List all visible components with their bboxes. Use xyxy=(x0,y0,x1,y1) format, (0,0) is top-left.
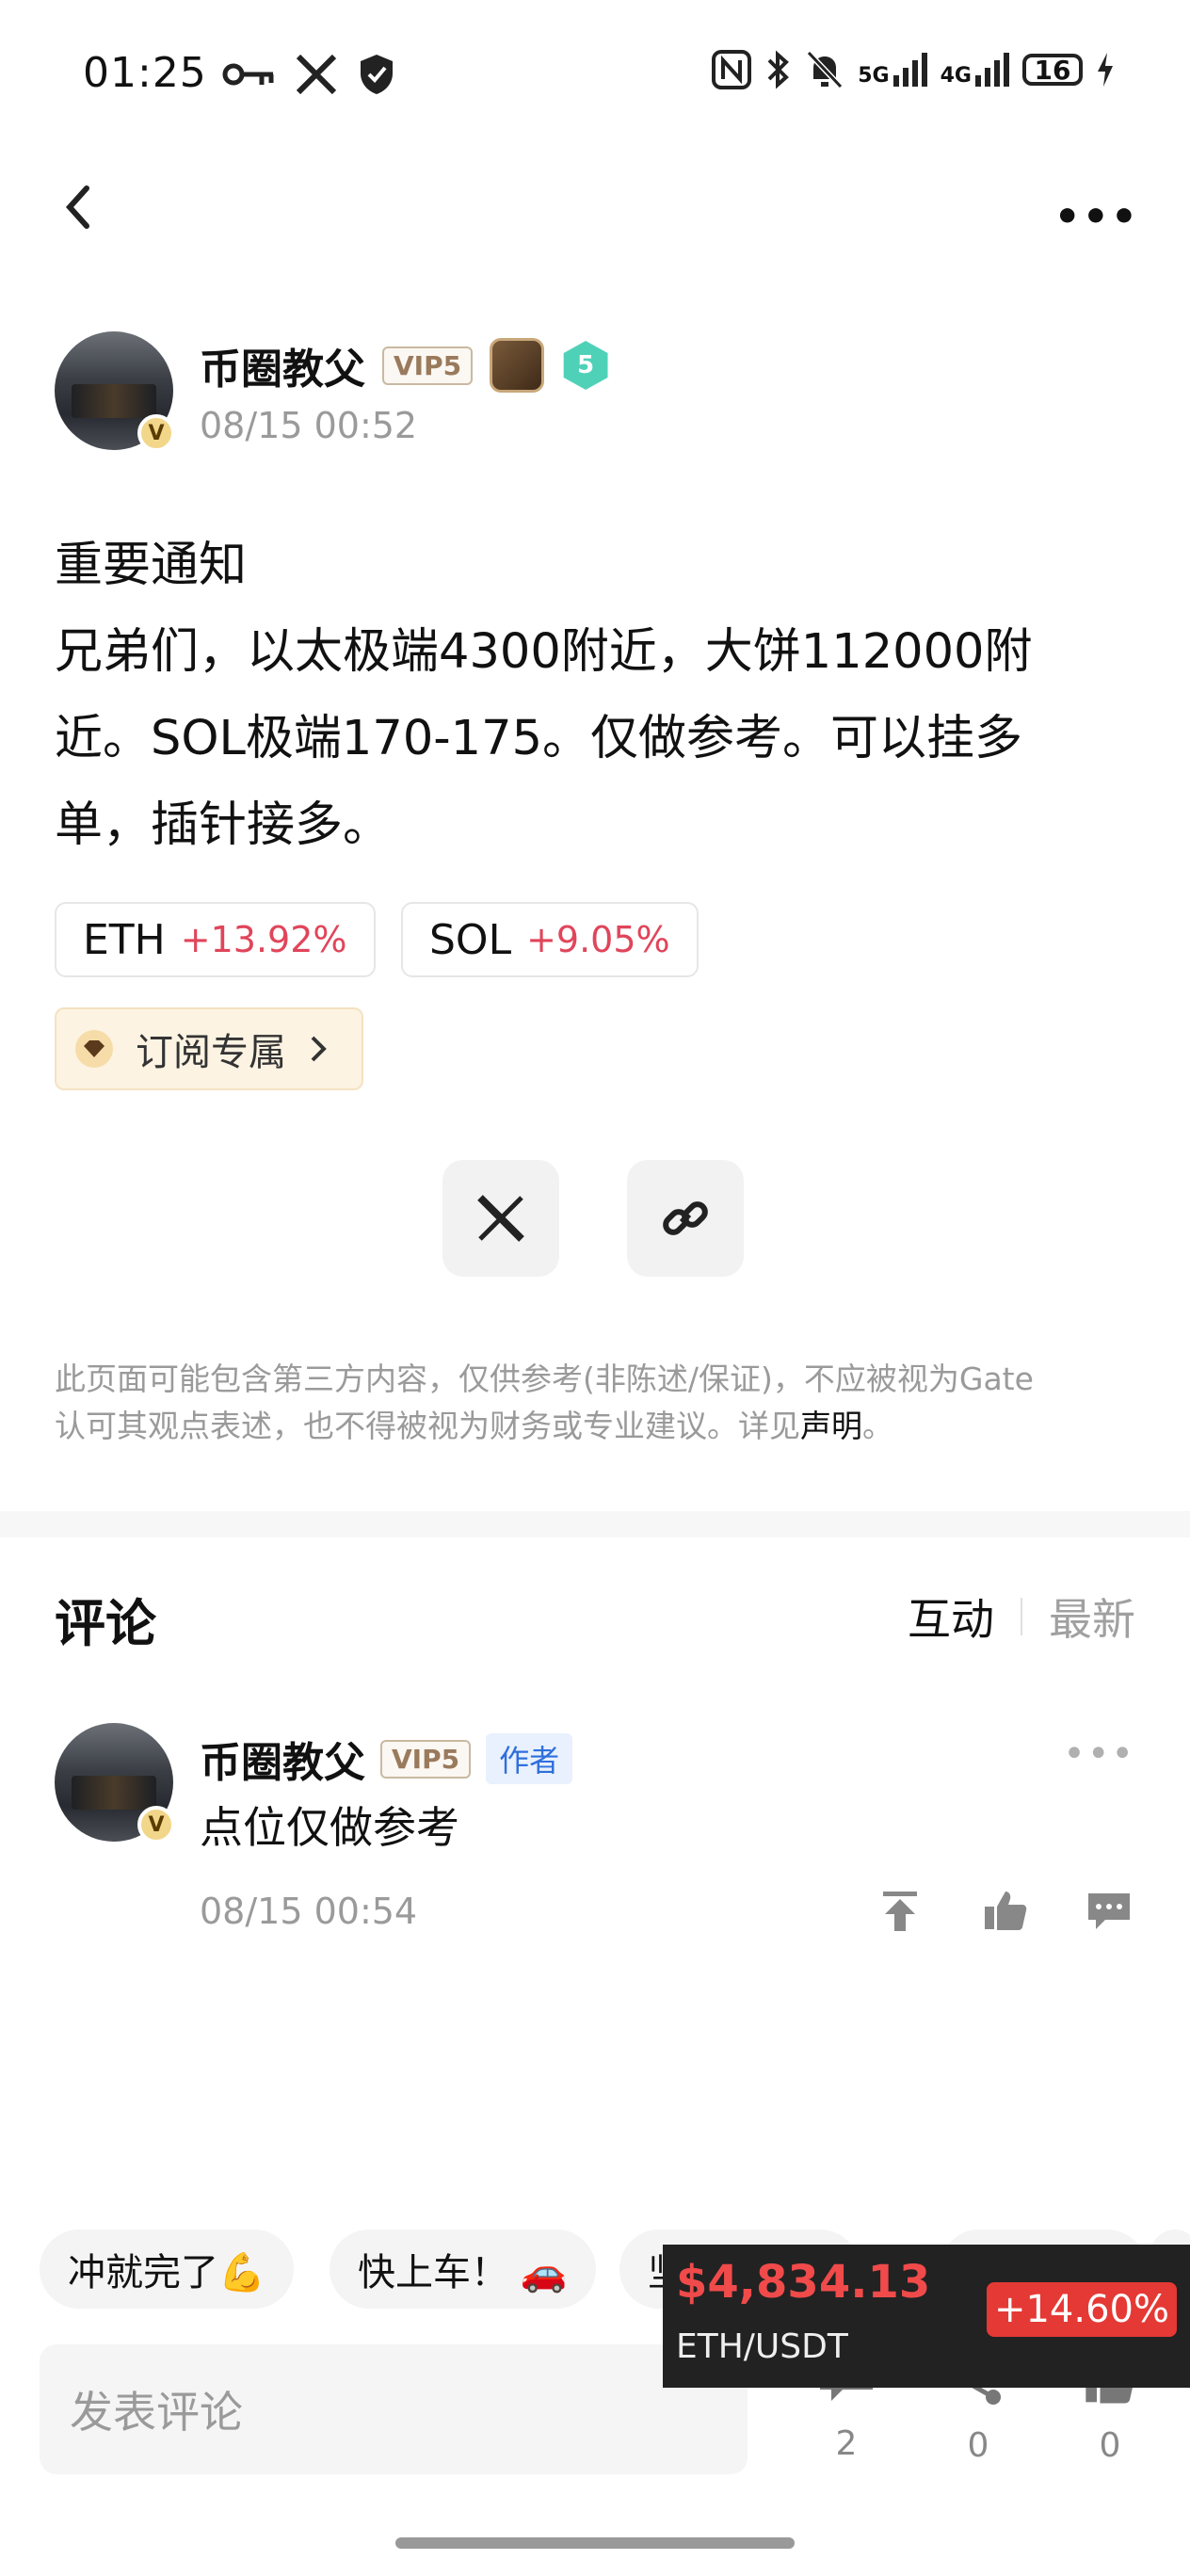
share-x-button[interactable] xyxy=(442,1160,559,1277)
commenter-name[interactable]: 币圈教父 xyxy=(200,1729,365,1789)
like-icon[interactable] xyxy=(983,1888,1028,1933)
verified-badge: V xyxy=(137,414,175,452)
share-count: 0 xyxy=(967,2426,989,2465)
disclaimer-link[interactable]: 声明 xyxy=(800,1408,862,1444)
author-avatar[interactable]: V xyxy=(55,331,175,452)
subscribe-label: 订阅专属 xyxy=(136,1031,286,1074)
coin-tag-sol[interactable]: SOL +9.05% xyxy=(401,902,699,977)
reply-icon[interactable] xyxy=(1086,1888,1132,1933)
charging-icon xyxy=(1098,53,1113,87)
comments-title: 评论 xyxy=(55,1594,156,1653)
sort-latest-tab[interactable]: 最新 xyxy=(1049,1586,1135,1648)
key-icon xyxy=(222,63,274,86)
link-icon xyxy=(663,1201,708,1235)
status-left-icons xyxy=(222,53,395,96)
vip-badge: VIP5 xyxy=(382,346,474,385)
vip-badge: VIP5 xyxy=(380,1739,472,1779)
bluetooth-icon xyxy=(767,50,790,89)
verified-badge: V xyxy=(137,1806,175,1843)
mute-bell-icon xyxy=(807,50,844,89)
pin-top-icon[interactable] xyxy=(877,1888,923,1933)
diamond-icon xyxy=(75,1030,113,1068)
home-indicator[interactable] xyxy=(395,2537,795,2549)
medal-icon xyxy=(490,338,545,393)
status-bar: 01:25 5G 4G 16 xyxy=(0,0,1190,151)
post-line: 单，插针接多。 xyxy=(55,797,392,853)
signal-4g: 4G xyxy=(941,53,1009,87)
comment-text: 点位仅做参考 xyxy=(200,1802,459,1853)
post-date: 08/15 00:52 xyxy=(200,405,418,446)
coin-change: +13.92% xyxy=(180,919,347,960)
commenter-avatar[interactable]: V xyxy=(55,1723,175,1843)
quick-reply-chip[interactable]: 冲就完了💪 xyxy=(40,2230,294,2309)
post-line: 近。SOL极端170-175。仅做参考。可以挂多 xyxy=(55,711,1023,766)
comment-count: 2 xyxy=(835,2424,858,2463)
comment-input[interactable]: 发表评论 xyxy=(40,2344,748,2474)
floating-price-ticker[interactable]: $4,834.13 ETH/USDT +14.60% xyxy=(663,2245,1190,2388)
subscribe-exclusive-button[interactable]: 订阅专属 xyxy=(55,1007,363,1090)
comment-author-row: 币圈教父 VIP5 作者 xyxy=(200,1729,573,1789)
author-name[interactable]: 币圈教父 xyxy=(200,335,365,395)
ticker-price: $4,834.13 xyxy=(676,2256,931,2309)
post-author-row: 币圈教父 VIP5 5 xyxy=(200,335,610,395)
disclaimer-text: 此页面可能包含第三方内容，仅供参考(非陈述/保证)，不应被视为Gate 认可其观… xyxy=(55,1360,1034,1444)
x-logo-icon xyxy=(296,55,337,94)
comment-date: 08/15 00:54 xyxy=(200,1891,418,1932)
comment-input-placeholder: 发表评论 xyxy=(70,2387,243,2438)
coin-tag-eth[interactable]: ETH +13.92% xyxy=(55,902,376,977)
post-content: 重要通知 兄弟们，以太极端4300附近，大饼112000附 近。SOL极端170… xyxy=(55,523,1147,869)
sort-interaction-tab[interactable]: 互动 xyxy=(908,1586,994,1648)
more-options-button[interactable]: ••• xyxy=(1054,193,1139,241)
level-badge: 5 xyxy=(563,341,608,390)
author-tag: 作者 xyxy=(486,1733,573,1784)
like-count: 0 xyxy=(1099,2426,1121,2465)
signal-5g: 5G xyxy=(858,53,927,87)
ticker-pair: ETH/USDT xyxy=(676,2327,848,2366)
section-divider xyxy=(0,1511,1190,1538)
battery-indicator: 16 xyxy=(1022,54,1083,86)
back-arrow-icon[interactable] xyxy=(56,179,104,235)
comment-sort: 互动 最新 xyxy=(908,1586,1135,1648)
coin-symbol: SOL xyxy=(429,915,512,964)
comment-more-button[interactable]: ••• xyxy=(1063,1732,1135,1776)
chevron-right-icon xyxy=(311,1036,327,1062)
coin-change: +9.05% xyxy=(526,919,670,960)
x-logo-icon xyxy=(477,1195,524,1242)
coin-symbol: ETH xyxy=(83,915,166,964)
status-time: 01:25 xyxy=(83,49,207,97)
post-line: 重要通知 xyxy=(55,538,248,593)
status-right-icons: 5G 4G 16 xyxy=(711,49,1115,90)
shield-icon xyxy=(361,55,393,94)
nfc-icon xyxy=(712,50,752,89)
quick-reply-chip[interactable]: 快上车！ 🚗 xyxy=(330,2230,596,2309)
post-line: 兄弟们，以太极端4300附近，大饼112000附 xyxy=(55,624,1033,680)
ticker-change: +14.60% xyxy=(986,2282,1177,2337)
copy-link-button[interactable] xyxy=(627,1160,744,1277)
